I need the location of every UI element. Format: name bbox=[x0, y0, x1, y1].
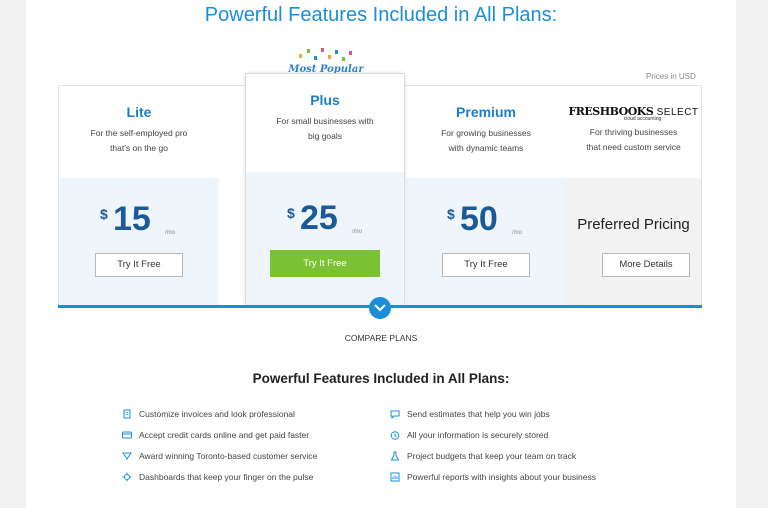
currency-symbol: $ bbox=[100, 206, 108, 222]
compare-plans-link[interactable]: COMPARE PLANS bbox=[26, 333, 736, 343]
plan-lite: Lite For the self-employed pro that's on… bbox=[59, 86, 219, 306]
try-it-free-button[interactable]: Try It Free bbox=[95, 253, 183, 277]
currency-symbol: $ bbox=[447, 206, 455, 222]
preferred-pricing: Preferred Pricing bbox=[577, 216, 690, 233]
price-amount: 50 bbox=[460, 200, 498, 238]
try-it-free-button[interactable]: Try It Free bbox=[442, 253, 530, 277]
plan-description: For the self-employed pro that's on the … bbox=[59, 126, 219, 156]
currency-symbol: $ bbox=[287, 205, 295, 221]
plan-desc-line: with dynamic teams bbox=[448, 143, 524, 153]
plan-description: For growing businesses with dynamic team… bbox=[406, 126, 566, 156]
feature-item: All your information is securely stored bbox=[390, 424, 596, 445]
plan-desc-line: For thriving businesses bbox=[589, 127, 678, 137]
feature-text: Customize invoices and look professional bbox=[139, 408, 295, 419]
top-heading: Powerful Features Included in All Plans: bbox=[204, 4, 558, 26]
price-period: /mo bbox=[165, 230, 176, 236]
flask-icon bbox=[390, 451, 400, 460]
feature-item: Customize invoices and look professional bbox=[122, 403, 317, 424]
price-amount: 15 bbox=[113, 200, 151, 238]
plan-description: For thriving businesses that need custom… bbox=[566, 125, 701, 155]
feature-text: Award winning Toronto-based customer ser… bbox=[139, 450, 318, 461]
plan-name: Premium bbox=[456, 104, 516, 120]
invoice-icon bbox=[123, 409, 131, 418]
plan-premium: Premium For growing businesses with dyna… bbox=[406, 86, 566, 306]
feature-text: Powerful reports with insights about you… bbox=[407, 471, 596, 482]
feature-item: Powerful reports with insights about you… bbox=[390, 466, 596, 487]
price-period: /mo bbox=[512, 230, 523, 236]
compare-toggle-button[interactable] bbox=[369, 297, 391, 319]
feature-text: Project budgets that keep your team on t… bbox=[407, 450, 577, 461]
prices-currency-note: Prices in USD bbox=[646, 72, 696, 81]
feature-item: Accept credit cards online and get paid … bbox=[122, 424, 317, 445]
report-icon bbox=[390, 472, 400, 481]
try-it-free-button-primary[interactable]: Try It Free bbox=[270, 250, 380, 277]
credit-card-icon bbox=[122, 431, 132, 438]
plan-name: Plus bbox=[310, 92, 340, 108]
dashboard-icon bbox=[122, 472, 132, 481]
freshbooks-select-logo: FRESHBOOKS SELECT cloud accounting bbox=[566, 86, 701, 122]
plan-desc-line: big goals bbox=[307, 131, 343, 141]
plan-price: $ 25 /mo bbox=[246, 199, 404, 239]
plan-plus: Plus For small businesses with big goals… bbox=[245, 73, 405, 305]
feature-text: Accept credit cards online and get paid … bbox=[139, 429, 310, 440]
plan-desc-line: that's on the go bbox=[110, 143, 168, 153]
plan-name: Lite bbox=[126, 104, 152, 120]
more-details-button[interactable]: More Details bbox=[602, 253, 690, 277]
feature-text: Send estimates that help you win jobs bbox=[407, 408, 550, 419]
feature-item: Award winning Toronto-based customer ser… bbox=[122, 445, 317, 466]
plan-desc-line: For growing businesses bbox=[441, 128, 531, 138]
feature-item: Send estimates that help you win jobs bbox=[390, 403, 596, 424]
feature-text: Dashboards that keep your finger on the … bbox=[139, 471, 314, 482]
plan-price: $ 15 /mo bbox=[59, 200, 219, 240]
plan-select: FRESHBOOKS SELECT cloud accounting For t… bbox=[566, 86, 701, 306]
price-amount: 25 bbox=[300, 199, 338, 237]
features-heading: Powerful Features Included in All Plans: bbox=[252, 371, 510, 386]
feature-item: Dashboards that keep your finger on the … bbox=[122, 466, 317, 487]
brand-select: SELECT bbox=[656, 107, 699, 118]
price-period: /mo bbox=[352, 229, 363, 235]
plan-desc-line: For the self-employed pro bbox=[90, 128, 188, 138]
confetti-decoration bbox=[247, 46, 405, 64]
feature-item: Project budgets that keep your team on t… bbox=[390, 445, 596, 466]
plan-description: For small businesses with big goals bbox=[246, 114, 404, 144]
chevron-down-icon bbox=[374, 304, 386, 312]
features-list-right: Send estimates that help you win jobs Al… bbox=[390, 403, 596, 487]
plan-price: $ 50 /mo bbox=[406, 200, 566, 240]
chat-bubble-icon bbox=[390, 410, 400, 419]
plan-desc-line: that need custom service bbox=[586, 142, 681, 152]
award-icon bbox=[122, 452, 132, 460]
feature-text: All your information is securely stored bbox=[407, 429, 549, 440]
features-list-left: Customize invoices and look professional… bbox=[122, 403, 317, 487]
plan-desc-line: For small businesses with bbox=[276, 116, 374, 126]
pricing-page: Powerful Features Included in All Plans:… bbox=[26, 0, 736, 508]
clock-icon bbox=[390, 430, 400, 440]
